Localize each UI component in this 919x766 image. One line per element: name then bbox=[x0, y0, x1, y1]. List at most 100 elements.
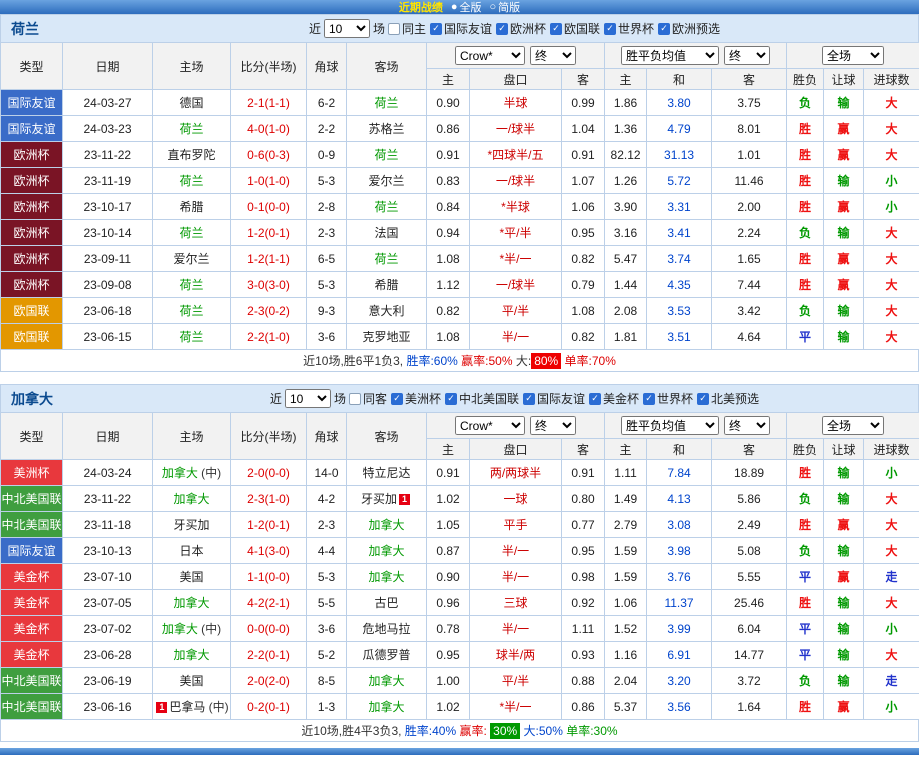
filter-checkbox[interactable]: ✓ 北美预选 bbox=[697, 390, 759, 407]
score-cell[interactable]: 3-0(3-0) bbox=[230, 271, 307, 298]
avg-source-select[interactable]: 胜平负均值 bbox=[621, 46, 720, 65]
team-link[interactable]: 加拿大 bbox=[162, 622, 198, 636]
team-link[interactable]: 加拿大 bbox=[368, 570, 404, 584]
team-link[interactable]: 加拿大 bbox=[368, 544, 404, 558]
score-cell[interactable]: 2-3(1-0) bbox=[230, 485, 307, 512]
checkbox-checked-icon[interactable]: ✓ bbox=[444, 392, 457, 405]
filter-checkbox[interactable]: 同主 bbox=[387, 20, 426, 37]
team-link[interactable]: 加拿大 bbox=[162, 466, 198, 480]
team-link[interactable]: 荷兰 bbox=[179, 226, 203, 240]
checkbox-checked-icon[interactable]: ✓ bbox=[390, 392, 403, 405]
team-link[interactable]: 瓜德罗普 bbox=[362, 648, 410, 662]
team-link[interactable]: 克罗地亚 bbox=[362, 330, 410, 344]
team-link[interactable]: 法国 bbox=[374, 226, 398, 240]
league-cell[interactable]: 中北美国联 bbox=[0, 485, 63, 512]
score-cell[interactable]: 0-6(0-3) bbox=[230, 141, 307, 168]
score-cell[interactable]: 2-3(0-2) bbox=[230, 297, 307, 324]
league-cell[interactable]: 欧洲杯 bbox=[0, 141, 63, 168]
team-link[interactable]: 苏格兰 bbox=[368, 122, 404, 136]
filter-checkbox[interactable]: 同客 bbox=[348, 390, 387, 407]
league-cell[interactable]: 中北美国联 bbox=[0, 511, 63, 538]
checkbox-checked-icon[interactable]: ✓ bbox=[550, 22, 563, 35]
league-cell[interactable]: 欧洲杯 bbox=[0, 167, 63, 194]
checkbox-checked-icon[interactable]: ✓ bbox=[523, 392, 535, 405]
league-cell[interactable]: 国际友谊 bbox=[0, 115, 63, 142]
score-cell[interactable]: 4-2(2-1) bbox=[230, 589, 307, 616]
team-link[interactable]: 牙买加 bbox=[173, 518, 209, 532]
team-link[interactable]: 希腊 bbox=[374, 278, 398, 292]
avg-source-select[interactable]: 胜平负均值 bbox=[621, 416, 720, 435]
checkbox-unchecked-icon[interactable] bbox=[387, 22, 400, 35]
score-cell[interactable]: 1-0(1-0) bbox=[230, 167, 307, 194]
team-link[interactable]: 古巴 bbox=[374, 596, 398, 610]
checkbox-checked-icon[interactable]: ✓ bbox=[658, 22, 671, 35]
league-cell[interactable]: 欧洲杯 bbox=[0, 219, 63, 246]
team-link[interactable]: 荷兰 bbox=[374, 200, 398, 214]
avg-final-select[interactable]: 终 bbox=[724, 46, 771, 65]
score-cell[interactable]: 0-1(0-0) bbox=[230, 193, 307, 220]
team-link[interactable]: 加拿大 bbox=[368, 700, 404, 714]
league-cell[interactable]: 国际友谊 bbox=[0, 537, 63, 564]
radio-full-version[interactable]: ● 全版 bbox=[451, 0, 482, 15]
scope-select[interactable]: 全场 bbox=[822, 46, 885, 65]
score-cell[interactable]: 2-0(2-0) bbox=[230, 667, 307, 694]
odds-final-select[interactable]: 终 bbox=[530, 46, 577, 65]
team-link[interactable]: 日本 bbox=[179, 544, 203, 558]
score-cell[interactable]: 1-2(0-1) bbox=[230, 219, 307, 246]
league-cell[interactable]: 欧国联 bbox=[0, 323, 63, 350]
odds-source-select[interactable]: Crow* bbox=[455, 46, 526, 65]
team-link[interactable]: 加拿大 bbox=[173, 492, 209, 506]
league-cell[interactable]: 欧洲杯 bbox=[0, 245, 63, 272]
team-link[interactable]: 荷兰 bbox=[374, 96, 398, 110]
filter-checkbox[interactable]: ✓ 中北美国联 bbox=[444, 390, 519, 407]
team-link[interactable]: 美国 bbox=[179, 570, 203, 584]
filter-checkbox[interactable]: ✓ 国际友谊 bbox=[523, 390, 585, 407]
score-cell[interactable]: 2-2(0-1) bbox=[230, 641, 307, 668]
filter-checkbox[interactable]: ✓ 美洲杯 bbox=[390, 390, 441, 407]
league-cell[interactable]: 欧洲杯 bbox=[0, 193, 63, 220]
team-link[interactable]: 爱尔兰 bbox=[173, 252, 209, 266]
team-link[interactable]: 意大利 bbox=[368, 304, 404, 318]
score-cell[interactable]: 2-1(1-1) bbox=[230, 89, 307, 116]
score-cell[interactable]: 0-0(0-0) bbox=[230, 615, 307, 642]
league-cell[interactable]: 欧国联 bbox=[0, 297, 63, 324]
match-count-select[interactable]: 10 bbox=[284, 389, 331, 408]
score-cell[interactable]: 2-2(1-0) bbox=[230, 323, 307, 350]
team-link[interactable]: 荷兰 bbox=[179, 174, 203, 188]
radio-simple-version[interactable]: ○ 简版 bbox=[490, 0, 521, 15]
score-cell[interactable]: 1-1(0-0) bbox=[230, 563, 307, 590]
league-cell[interactable]: 美金杯 bbox=[0, 563, 63, 590]
team-link[interactable]: 荷兰 bbox=[179, 330, 203, 344]
league-cell[interactable]: 美金杯 bbox=[0, 589, 63, 616]
team-title[interactable]: 加拿大 bbox=[1, 389, 111, 409]
league-cell[interactable]: 美金杯 bbox=[0, 615, 63, 642]
league-cell[interactable]: 国际友谊 bbox=[0, 89, 63, 116]
team-link[interactable]: 加拿大 bbox=[368, 518, 404, 532]
team-link[interactable]: 危地马拉 bbox=[362, 622, 410, 636]
scope-select[interactable]: 全场 bbox=[822, 416, 885, 435]
odds-final-select[interactable]: 终 bbox=[530, 416, 577, 435]
league-cell[interactable]: 欧洲杯 bbox=[0, 271, 63, 298]
checkbox-checked-icon[interactable]: ✓ bbox=[496, 22, 508, 35]
team-link[interactable]: 荷兰 bbox=[179, 122, 203, 136]
team-link[interactable]: 特立尼达 bbox=[362, 466, 410, 480]
team-link[interactable]: 荷兰 bbox=[179, 278, 203, 292]
checkbox-checked-icon[interactable]: ✓ bbox=[604, 22, 617, 35]
team-link[interactable]: 荷兰 bbox=[374, 148, 398, 162]
team-link[interactable]: 希腊 bbox=[179, 200, 203, 214]
match-count-select[interactable]: 10 bbox=[323, 19, 370, 38]
score-cell[interactable]: 2-0(0-0) bbox=[230, 459, 307, 486]
team-link[interactable]: 荷兰 bbox=[374, 252, 398, 266]
filter-checkbox[interactable]: ✓ 欧洲预选 bbox=[658, 20, 720, 37]
team-title[interactable]: 荷兰 bbox=[1, 19, 111, 39]
avg-final-select[interactable]: 终 bbox=[724, 416, 771, 435]
score-cell[interactable]: 0-2(0-1) bbox=[230, 693, 307, 720]
team-link[interactable]: 加拿大 bbox=[173, 596, 209, 610]
league-cell[interactable]: 中北美国联 bbox=[0, 667, 63, 694]
team-link[interactable]: 爱尔兰 bbox=[368, 174, 404, 188]
team-link[interactable]: 加拿大 bbox=[173, 648, 209, 662]
score-cell[interactable]: 4-0(1-0) bbox=[230, 115, 307, 142]
score-cell[interactable]: 1-2(0-1) bbox=[230, 511, 307, 538]
checkbox-checked-icon[interactable]: ✓ bbox=[589, 392, 602, 405]
checkbox-unchecked-icon[interactable] bbox=[348, 392, 361, 405]
